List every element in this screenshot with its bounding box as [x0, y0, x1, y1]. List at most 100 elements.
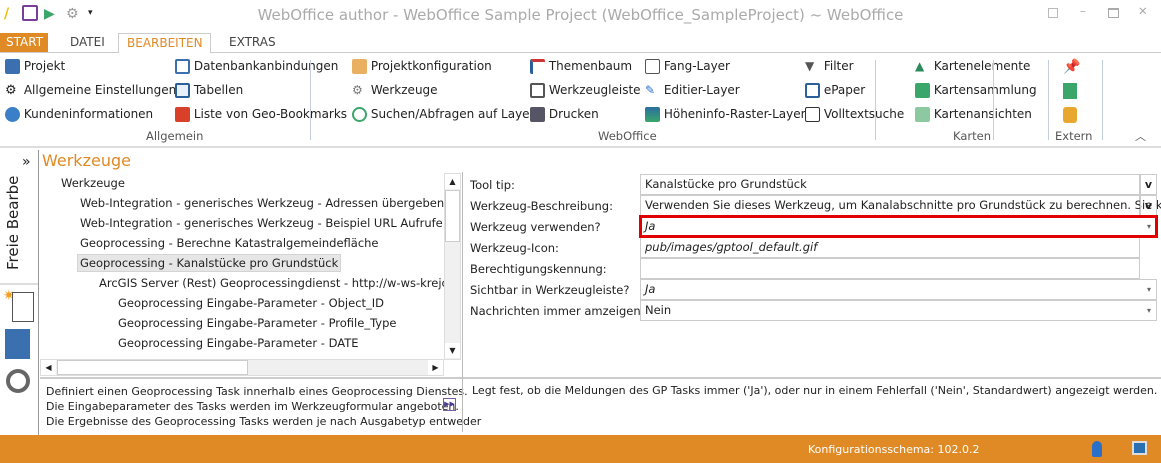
expand-description-button[interactable]: ▶▶: [443, 398, 456, 411]
tree-node[interactable]: Geoprocessing Eingabe-Parameter - Object…: [118, 296, 384, 310]
property-value[interactable]: Verwenden Sie dieses Werkzeug, um Kanala…: [640, 195, 1161, 216]
horizontal-scrollbar[interactable]: ◀ ▶: [40, 359, 444, 376]
terrain-icon: [645, 107, 660, 122]
ribbon-suchen-abfragen[interactable]: Suchen/Abfragen auf Layer: [352, 107, 535, 122]
expand-sidebar-button[interactable]: »: [22, 154, 31, 170]
monitor-icon[interactable]: [1132, 441, 1147, 455]
tree-node[interactable]: Web-Integration - generisches Werkzeug -…: [80, 216, 443, 230]
ribbon-editier-layer[interactable]: ✎ Editier-Layer: [645, 83, 740, 98]
scroll-right-button[interactable]: ▶: [428, 360, 443, 375]
property-value[interactable]: [640, 258, 1140, 279]
chevron-down-icon[interactable]: ▾: [1147, 285, 1151, 294]
ribbon-separator: [993, 60, 994, 140]
property-label: Werkzeug verwenden?: [470, 220, 601, 234]
ribbon-fang-layer[interactable]: Fang-Layer: [645, 59, 730, 74]
database-search-icon[interactable]: [1063, 107, 1077, 123]
ribbon-themenbaum[interactable]: Themenbaum: [530, 59, 632, 74]
ribbon-tabellen[interactable]: Tabellen: [175, 83, 243, 98]
group-label-extern: Extern: [1055, 129, 1093, 143]
tree-node-selected[interactable]: Geoprocessing - Kanalstücke pro Grundstü…: [77, 254, 342, 272]
scroll-left-button[interactable]: ◀: [41, 360, 56, 375]
tab-bearbeiten[interactable]: BEARBEITEN: [118, 33, 211, 53]
table-icon: [175, 83, 190, 98]
description-divider: [40, 377, 1161, 379]
ribbon-hoeheninfo[interactable]: Höheninfo-Raster-Layer: [645, 107, 806, 122]
tree-node[interactable]: Web-Integration - generisches Werkzeug -…: [80, 196, 444, 210]
ribbon-werkzeugleiste[interactable]: Werkzeugleiste: [530, 83, 641, 98]
edit-text-button[interactable]: v: [1140, 195, 1157, 216]
ribbon-separator: [875, 60, 876, 140]
notebook-icon[interactable]: [5, 329, 30, 359]
binoculars-icon: [805, 107, 820, 122]
pin-icon[interactable]: 📌: [1063, 59, 1080, 75]
ribbon-drucken[interactable]: Drucken: [530, 107, 599, 122]
info-users-icon: [5, 107, 20, 122]
new-document-icon: [12, 292, 34, 322]
tree-node[interactable]: Geoprocessing Eingabe-Parameter - Profil…: [118, 316, 397, 330]
ribbon-volltextsuche[interactable]: Volltextsuche: [805, 107, 904, 122]
search-globe-icon: [352, 107, 367, 122]
tree-node[interactable]: Geoprocessing Eingabe-Parameter - DATE: [118, 336, 358, 350]
clipboard-icon: [352, 59, 367, 74]
ribbon-datenbankanbindungen[interactable]: Datenbankanbindungen: [175, 59, 338, 74]
group-label-allgemein: Allgemein: [146, 129, 204, 143]
ribbon-epaper[interactable]: ePaper: [805, 83, 865, 98]
scroll-down-button[interactable]: ▼: [445, 343, 460, 358]
search-icon[interactable]: [6, 369, 30, 393]
edit-text-button[interactable]: v: [1140, 174, 1157, 195]
property-value[interactable]: Kanalstücke pro Grundstück: [640, 174, 1140, 195]
ribbon-projektkonfiguration[interactable]: Projektkonfiguration: [352, 59, 492, 74]
epaper-icon: [805, 83, 820, 98]
ribbon-kundeninformationen[interactable]: Kundeninformationen: [5, 107, 153, 122]
restore-ribbon-icon[interactable]: [1048, 8, 1058, 18]
collapse-ribbon-icon[interactable]: ︿: [1135, 128, 1146, 144]
sidebar-divider: [0, 283, 38, 285]
ribbon-kartenansichten[interactable]: Kartenansichten: [915, 107, 1032, 122]
filter-icon: ▼: [805, 59, 815, 73]
scroll-thumb[interactable]: [445, 190, 460, 242]
tab-datei[interactable]: DATEI: [62, 33, 113, 52]
ribbon-werkzeuge[interactable]: ⚙ Werkzeuge: [352, 83, 438, 98]
group-label-weboffice: WebOffice: [598, 129, 657, 143]
ribbon-kartenelemente[interactable]: ▲ Kartenelemente: [915, 59, 1030, 74]
tab-start[interactable]: START: [0, 33, 48, 52]
chevron-down-icon[interactable]: ▾: [1147, 306, 1151, 315]
property-label: Werkzeug-Beschreibung:: [470, 199, 613, 213]
notebook-icon: [5, 59, 20, 74]
sidebar-vertical-tab[interactable]: Freie Bearbe: [4, 176, 22, 270]
ribbon-separator: [310, 60, 311, 140]
tree-node[interactable]: ArcGIS Server (Rest) Geoprocessingdienst…: [99, 276, 444, 290]
vertical-scrollbar[interactable]: ▲ ▼: [444, 173, 461, 360]
maximize-button[interactable]: [1108, 8, 1119, 18]
snap-document-icon: [645, 59, 660, 74]
database-icon: [175, 59, 190, 74]
scroll-thumb[interactable]: [57, 360, 248, 375]
group-label-karten: Karten: [953, 129, 991, 143]
tab-extras[interactable]: EXTRAS: [221, 33, 284, 52]
minimize-button[interactable]: –: [1080, 4, 1086, 18]
printer-icon: [530, 107, 545, 122]
ribbon-filter[interactable]: ▼ Filter: [805, 59, 854, 74]
tree-node[interactable]: Geoprocessing - Berechne Katastralgemein…: [80, 236, 379, 250]
property-value[interactable]: Nein: [640, 300, 1157, 321]
highlight-box: [639, 215, 1158, 238]
property-label: Werkzeug-Icon:: [470, 241, 559, 255]
ribbon-projekt[interactable]: Projekt: [5, 59, 65, 74]
north-arrow-icon: ▲: [915, 59, 925, 73]
map-collection-icon: [915, 83, 930, 98]
scroll-up-button[interactable]: ▲: [445, 174, 460, 189]
map-marker-icon[interactable]: [1063, 83, 1077, 99]
left-description: Definiert einen Geoprocessing Task inner…: [46, 385, 482, 428]
ribbon-kartensammlung[interactable]: Kartensammlung: [915, 83, 1037, 98]
bookmark-globe-icon: [175, 107, 190, 122]
status-bar: [0, 435, 1161, 463]
property-value[interactable]: Ja: [640, 279, 1157, 300]
ribbon-geo-bookmarks[interactable]: Liste von Geo-Bookmarks: [175, 107, 347, 122]
panel-splitter[interactable]: [462, 172, 463, 432]
tree-node[interactable]: Werkzeuge: [61, 176, 125, 190]
tools-icon: ⚙: [352, 83, 363, 97]
property-value[interactable]: pub/images/gptool_default.gif: [640, 237, 1140, 258]
user-icon[interactable]: [1092, 441, 1102, 457]
ribbon-allgemeine-einstellungen[interactable]: ⚙ Allgemeine Einstellungen: [5, 83, 176, 98]
close-button[interactable]: ✕: [1138, 4, 1148, 18]
